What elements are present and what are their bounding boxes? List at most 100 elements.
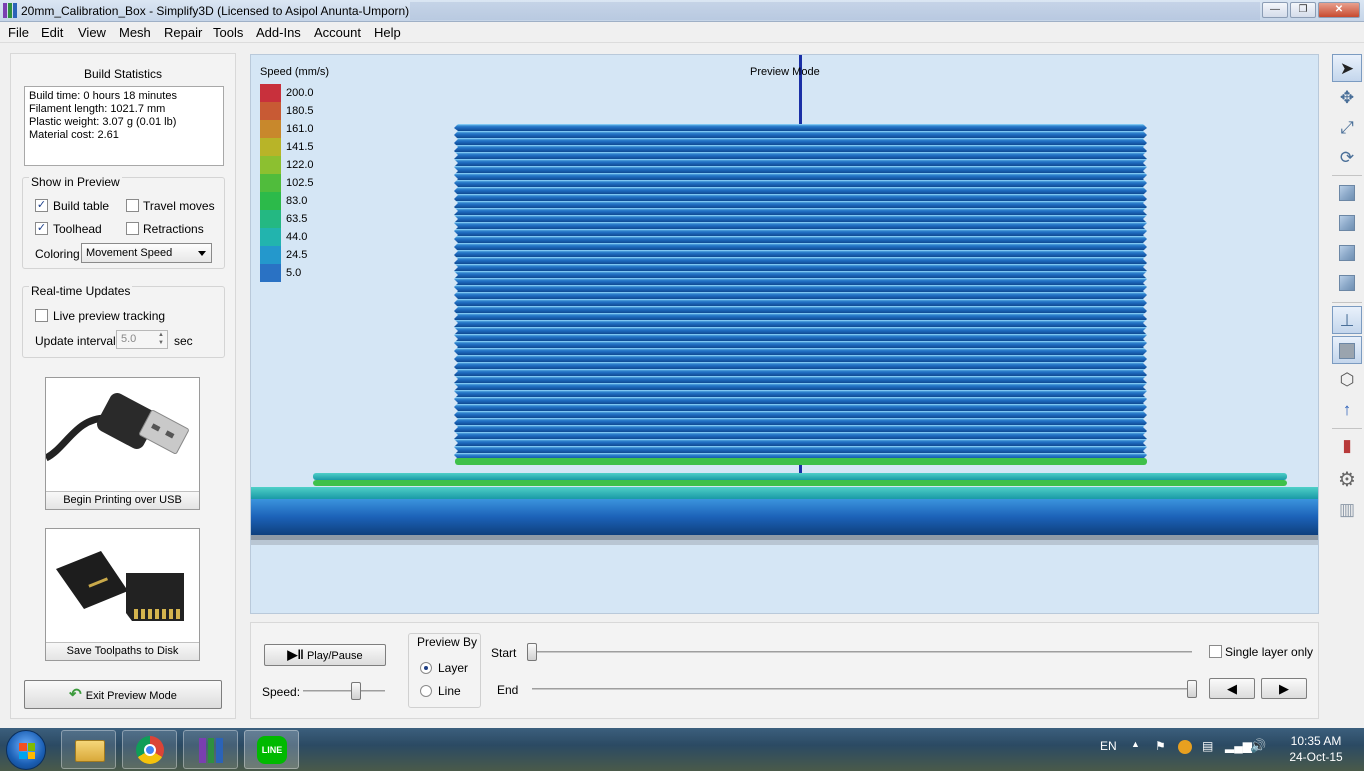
rotate-icon[interactable]: ⟳ [1332, 144, 1362, 172]
menu-view[interactable]: View [78, 25, 106, 40]
settings-gear-icon[interactable]: ⚙ [1332, 466, 1362, 494]
preview-by-line-radio[interactable] [420, 685, 432, 697]
device-tray-icon[interactable]: ▤ [1202, 739, 1213, 753]
playback-controls: ▶‖ Play/Pause Speed: Preview By Layer Li… [250, 622, 1319, 719]
spinner-up-icon[interactable]: ▲ [156, 332, 166, 339]
legend-value: 180.5 [286, 105, 314, 117]
coloring-select-value: Movement Speed [86, 247, 173, 259]
skirt-layer [251, 487, 1318, 499]
legend-swatch [260, 264, 281, 282]
end-label: End [497, 683, 519, 697]
legend-swatch [260, 102, 281, 120]
explorer-icon[interactable] [61, 730, 116, 769]
speed-legend-title: Speed (mm/s) [260, 66, 330, 78]
usb-cable-icon [44, 393, 189, 462]
realtime-updates-group: Real-time Updates Live preview tracking … [22, 284, 225, 358]
menu-help[interactable]: Help [374, 25, 401, 40]
menu-repair[interactable]: Repair [164, 25, 202, 40]
next-layer-button[interactable]: ▶ [1261, 678, 1307, 699]
menu-add-ins[interactable]: Add-Ins [256, 25, 301, 40]
wireframe-cube-icon[interactable]: ⬡ [1332, 366, 1362, 394]
clock-time[interactable]: 10:35 AM [1288, 734, 1344, 748]
speed-slider-thumb[interactable] [351, 682, 362, 700]
cube-view-4-icon[interactable] [1332, 269, 1362, 297]
preview-by-layer-label: Layer [438, 661, 469, 675]
menu-file[interactable]: File [8, 25, 29, 40]
language-indicator[interactable]: EN [1100, 739, 1117, 753]
legend-value: 161.0 [286, 123, 314, 135]
preview-viewport[interactable]: Speed (mm/s) 200.0 180.5 161.0 141.5 122… [250, 54, 1319, 614]
speed-slider-track[interactable] [303, 690, 385, 692]
close-button[interactable]: ✕ [1318, 2, 1360, 18]
play-pause-button[interactable]: ▶‖ Play/Pause [264, 644, 386, 666]
save-toolpaths-button[interactable]: Save Toolpaths to Disk [45, 528, 200, 661]
line-icon[interactable]: LINE [244, 730, 299, 769]
legend-value: 5.0 [286, 267, 302, 279]
spinner-down-icon[interactable]: ▼ [156, 340, 166, 347]
build-table-label: Build table [53, 199, 110, 213]
legend-swatch [260, 84, 281, 102]
exit-preview-mode-button[interactable]: ↶ Exit Preview Mode [24, 680, 222, 709]
tray-expand-icon[interactable]: ▲ [1131, 739, 1140, 749]
previous-layer-button[interactable]: ◀ [1209, 678, 1255, 699]
coloring-select[interactable]: Movement Speed [81, 243, 212, 263]
legend-value: 102.5 [286, 177, 314, 189]
toolhead-label: Toolhead [53, 222, 102, 236]
minimize-button[interactable]: — [1262, 2, 1288, 18]
cube-view-2-icon[interactable] [1332, 209, 1362, 237]
single-layer-only-checkbox[interactable] [1209, 645, 1222, 658]
section-icon[interactable]: ▮ [1332, 432, 1362, 460]
dropdown-arrow-icon [198, 251, 206, 256]
legend-value: 200.0 [286, 87, 314, 99]
legend-value: 24.5 [286, 249, 308, 261]
show-in-preview-group: Show in Preview ✓ Build table Travel mov… [22, 175, 225, 269]
simplify3d-icon[interactable] [183, 730, 238, 769]
end-slider-thumb[interactable] [1187, 680, 1197, 698]
toolhead-checkbox[interactable]: ✓ [35, 222, 48, 235]
legend-swatch [260, 120, 281, 138]
move-icon[interactable]: ✥ [1332, 84, 1362, 112]
retractions-checkbox[interactable] [126, 222, 139, 235]
volume-icon[interactable]: 🔊 [1250, 738, 1266, 754]
normal-icon[interactable]: ↑ [1332, 396, 1362, 424]
select-arrow-icon[interactable]: ➤ [1332, 54, 1362, 82]
build-table-icon[interactable]: ▥ [1332, 496, 1362, 524]
menu-account[interactable]: Account [314, 25, 361, 40]
build-table-checkbox[interactable]: ✓ [35, 199, 48, 212]
chrome-icon[interactable] [122, 730, 177, 769]
sd-card-icon [56, 551, 184, 621]
live-preview-tracking-label: Live preview tracking [53, 309, 166, 323]
network-signal-icon[interactable]: ▂▄▆ [1225, 739, 1252, 753]
preview-mode-label: Preview Mode [750, 66, 820, 78]
action-center-flag-icon[interactable]: ⚑ [1155, 739, 1166, 753]
legend-swatch [260, 228, 281, 246]
menu-mesh[interactable]: Mesh [119, 25, 151, 40]
show-in-preview-heading: Show in Preview [29, 175, 122, 189]
preview-by-layer-radio[interactable] [420, 662, 432, 674]
play-pause-label: Play/Pause [306, 650, 363, 662]
stat-build-time: Build time: 0 hours 18 minutes [29, 90, 177, 102]
build-table-edge [251, 535, 1318, 540]
cube-view-3-icon[interactable] [1332, 239, 1362, 267]
end-slider-track[interactable] [532, 688, 1192, 690]
axes-icon[interactable]: ⊥ [1332, 306, 1362, 334]
previous-arrow-icon: ◀ [1227, 681, 1237, 696]
retractions-label: Retractions [143, 222, 204, 236]
legend-value: 141.5 [286, 141, 314, 153]
menu-tools[interactable]: Tools [213, 25, 243, 40]
begin-printing-usb-button[interactable]: Begin Printing over USB [44, 377, 200, 510]
start-slider-track[interactable] [532, 651, 1192, 653]
solid-cube-icon[interactable] [1332, 336, 1362, 364]
scale-icon[interactable]: ⤢ [1332, 114, 1362, 142]
update-tray-icon[interactable] [1178, 740, 1192, 754]
travel-moves-checkbox[interactable] [126, 199, 139, 212]
start-button[interactable] [6, 730, 46, 770]
cube-view-1-icon[interactable] [1332, 179, 1362, 207]
maximize-button[interactable]: ❐ [1290, 2, 1316, 18]
live-preview-tracking-checkbox[interactable] [35, 309, 48, 322]
menu-edit[interactable]: Edit [41, 25, 63, 40]
start-slider-thumb[interactable] [527, 643, 537, 661]
clock-date[interactable]: 24-Oct-15 [1288, 750, 1344, 764]
update-interval-spinner[interactable]: 5.0 ▲ ▼ [116, 330, 168, 349]
realtime-updates-heading: Real-time Updates [29, 284, 133, 298]
